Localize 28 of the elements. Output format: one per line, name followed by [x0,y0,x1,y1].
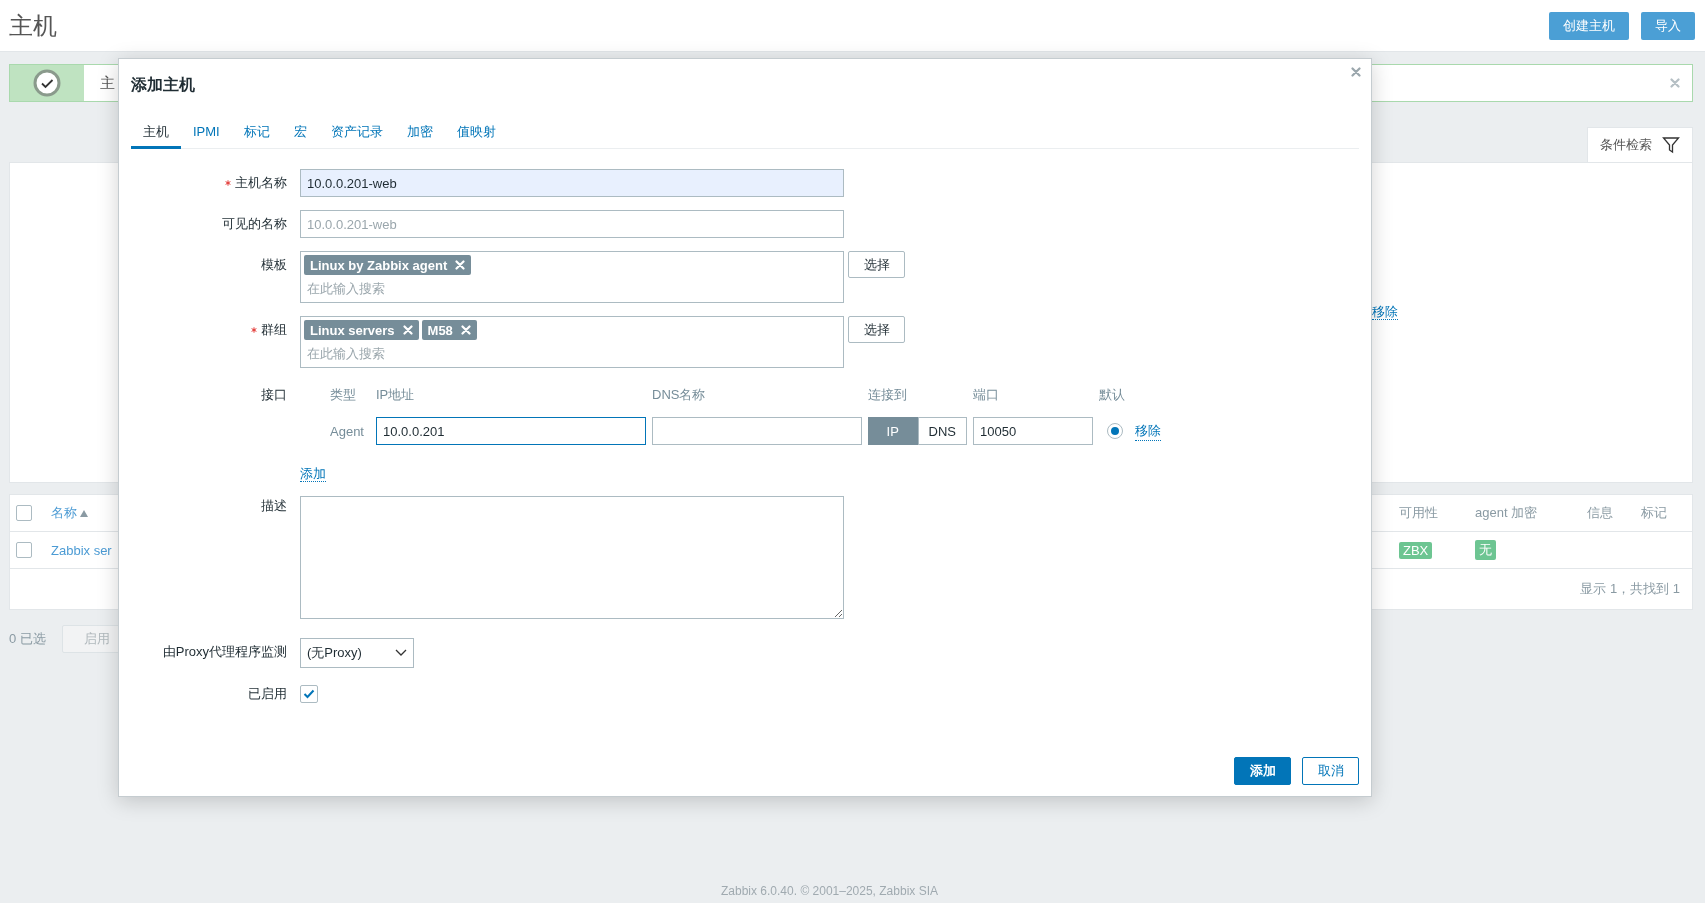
field-label: 模板 [261,256,287,274]
column-header: DNS名称 [652,387,706,402]
search-placeholder: 在此输入搜索 [306,280,386,298]
column-header: 连接到 [868,387,907,402]
tag-chip: Linux by Zabbix agent [304,255,472,275]
message-text: 主 [100,73,115,93]
dialog-title: 添加主机 [131,75,195,95]
column-header: 默认 [1099,387,1125,402]
column-header: 类型 [330,387,356,402]
field-label: 可见的名称 [222,215,287,233]
selected-count: 0 已选 [9,630,46,648]
field-label: 描述 [261,497,287,515]
availability-badge: ZBX [1399,541,1433,559]
field-label: 由Proxy代理程序监测 [162,643,287,661]
encryption-badge: 无 [1475,540,1496,560]
page-title: 主机 [9,10,58,41]
field-label: 接口 [261,386,287,404]
tag-chip: M58 [421,320,477,340]
results-summary: 显示 1，共找到 1 [1580,580,1680,598]
column-header: IP地址 [376,387,415,402]
column-header: 端口 [973,387,999,402]
search-placeholder: 在此输入搜索 [306,345,386,363]
field-label: 已启用 [248,685,287,703]
field-label: 主机名称 [235,174,287,192]
tag-chip: Linux servers [304,320,419,340]
footer-text: Zabbix 6.0.40. © 2001–2025, Zabbix SIA [721,884,938,898]
interface-type: Agent [330,423,365,439]
field-label: 群组 [261,321,287,339]
